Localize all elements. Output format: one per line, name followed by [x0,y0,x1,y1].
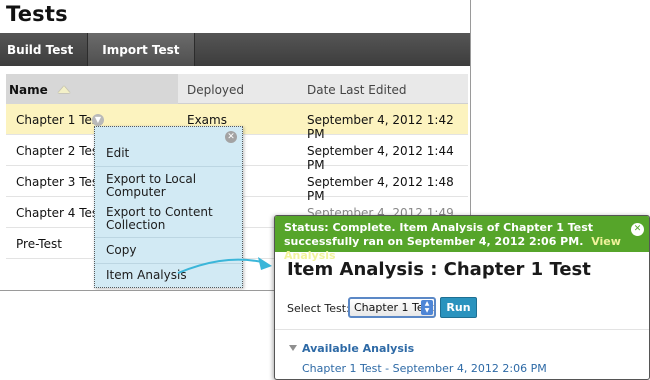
select-test-label: Select Test: [287,302,350,315]
page-title: Tests [6,2,68,26]
test-name-link[interactable]: Chapter 3 Test [16,175,103,189]
sort-ascending-icon[interactable] [57,86,70,93]
status-text: Status: Complete. Item Analysis of Chapt… [284,221,594,248]
context-menu: ✕ Edit Export to Local Computer Export t… [94,126,243,288]
menu-item-item-analysis[interactable]: Item Analysis [106,269,187,282]
table-header: Name Deployed Date Last Edited [6,74,468,104]
test-name-link[interactable]: Chapter 2 Test [16,144,103,158]
analysis-report-link[interactable]: Chapter 1 Test - September 4, 2012 2:06 … [302,362,547,375]
column-header-name-label: Name [9,83,48,97]
deployed-cell: Exams [187,113,227,127]
status-message: Status: Complete. Item Analysis of Chapt… [284,221,624,263]
divider [275,329,649,330]
import-test-button[interactable]: Import Test [87,33,195,66]
menu-item-edit[interactable]: Edit [106,147,129,160]
menu-divider [95,237,242,238]
select-arrows-icon: ▲ ▼ [421,300,433,315]
close-icon[interactable]: ✕ [225,131,237,143]
build-test-button[interactable]: Build Test [0,33,87,66]
action-toolbar: Build Test Import Test [0,33,470,66]
test-name-link[interactable]: Chapter 4 Test [16,206,103,220]
column-header-deployed[interactable]: Deployed [187,83,244,97]
status-message-bar: Status: Complete. Item Analysis of Chapt… [275,216,649,262]
page-title: Item Analysis : Chapter 1 Test [287,259,591,280]
chevron-down-icon[interactable]: ▼ [92,114,104,126]
available-analysis-heading[interactable]: Available Analysis [302,342,414,355]
column-header-name[interactable]: Name [6,74,178,104]
menu-divider [95,263,242,264]
test-name-link[interactable]: Pre-Test [16,237,62,251]
menu-divider [95,166,242,167]
run-button[interactable]: Run [440,297,477,318]
menu-item-copy[interactable]: Copy [106,244,136,257]
select-test-dropdown[interactable]: Chapter 1 Test ▲ ▼ [348,297,436,318]
item-analysis-page: Status: Complete. Item Analysis of Chapt… [274,215,650,380]
close-icon[interactable]: ✕ [631,223,644,236]
expand-triangle-icon[interactable] [289,345,297,351]
test-name-link[interactable]: Chapter 1 Test [16,113,103,127]
column-header-date-last-edited[interactable]: Date Last Edited [307,83,407,97]
menu-item-export-local[interactable]: Export to Local Computer [106,173,216,199]
menu-item-export-content-collection[interactable]: Export to Content Collection [106,206,226,232]
